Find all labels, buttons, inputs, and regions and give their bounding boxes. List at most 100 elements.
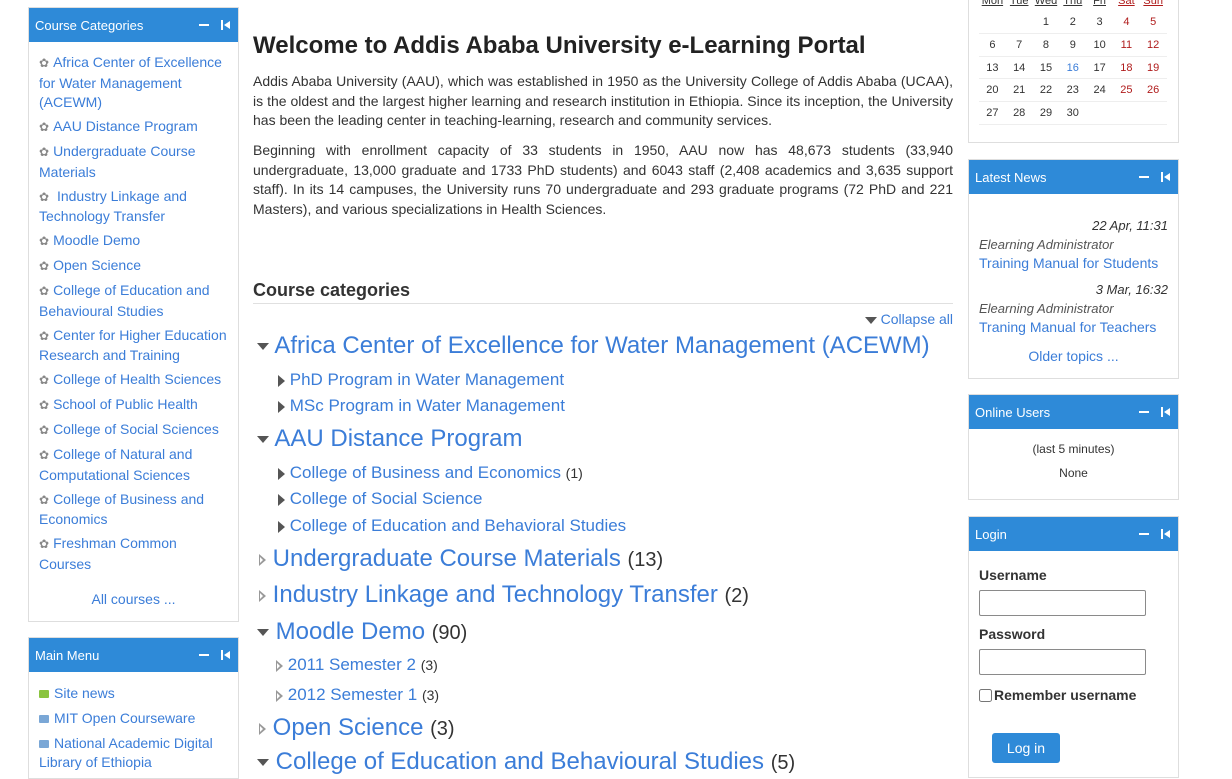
category-link[interactable]: College of Business and Economics: [39, 491, 204, 528]
collapse-all-link[interactable]: Collapse all: [864, 311, 953, 327]
list-item[interactable]: ✿ College of Education and Behavioural St…: [39, 281, 230, 321]
list-item[interactable]: ✿ School of Public Health: [39, 395, 230, 416]
category-link[interactable]: College of Business and Economics: [290, 463, 561, 482]
menu-link[interactable]: MIT Open Courseware: [54, 710, 195, 726]
list-item[interactable]: Site news: [39, 684, 230, 703]
category-tree-item[interactable]: College of Business and Economics (1): [278, 463, 583, 483]
category-link[interactable]: Freshman Common Courses: [39, 535, 177, 572]
category-tree-item[interactable]: College of Social Science: [278, 489, 483, 509]
login-button[interactable]: Log in: [992, 733, 1060, 763]
list-item[interactable]: ✿ College of Business and Economics: [39, 490, 230, 530]
category-link[interactable]: Undergraduate Course Materials: [273, 545, 621, 572]
collapse-all-label: Collapse all: [880, 311, 953, 327]
category-tree-item[interactable]: Undergraduate Course Materials (13): [259, 545, 663, 573]
dock-icon[interactable]: [1160, 171, 1172, 183]
weekday-header: Thu: [1063, 0, 1083, 7]
login-header: Login: [969, 517, 1178, 551]
category-tree-item[interactable]: Industry Linkage and Technology Transfer…: [259, 581, 749, 609]
category-link[interactable]: College of Education and Behavioural Stu…: [39, 282, 210, 319]
category-link[interactable]: Open Science: [53, 257, 141, 273]
list-item[interactable]: ✿ College of Natural and Computational Sc…: [39, 445, 230, 485]
calendar-day: 18: [1112, 56, 1140, 80]
gear-icon: ✿: [39, 120, 50, 134]
list-item[interactable]: ✿ Center for Higher Education Research an…: [39, 326, 230, 366]
dock-icon[interactable]: [1160, 528, 1172, 540]
category-link[interactable]: PhD Program in Water Management: [290, 370, 564, 389]
dock-icon[interactable]: [220, 649, 232, 661]
minimize-icon[interactable]: [1138, 406, 1150, 418]
list-item[interactable]: ✿ Industry Linkage and Technology Transf…: [39, 187, 230, 227]
category-link[interactable]: Moodle Demo: [276, 618, 425, 645]
calendar-day: 3: [1086, 11, 1113, 35]
category-tree-item[interactable]: Moodle Demo (90): [257, 618, 467, 646]
remember-username-checkbox[interactable]: [979, 688, 992, 702]
category-link[interactable]: College of Education and Behavioural Stu…: [276, 748, 764, 775]
category-tree-item[interactable]: Africa Center of Excellence for Water Ma…: [257, 332, 930, 360]
list-item[interactable]: ✿ AAU Distance Program: [39, 117, 230, 138]
category-tree-item[interactable]: College of Education and Behavioral Stud…: [278, 516, 626, 536]
category-link[interactable]: 2011 Semester 2: [288, 655, 416, 674]
minimize-icon[interactable]: [198, 649, 210, 661]
category-tree-item[interactable]: MSc Program in Water Management: [278, 396, 565, 416]
list-item[interactable]: National Academic Digital Library of Eth…: [39, 734, 230, 772]
list-item[interactable]: ✿ Undergraduate Course Materials: [39, 142, 230, 182]
category-link[interactable]: Center for Higher Education Research and…: [39, 327, 227, 364]
calendar-day: 5: [1139, 11, 1167, 35]
category-link[interactable]: College of Social Science: [290, 489, 483, 508]
category-link[interactable]: College of Social Sciences: [53, 421, 219, 437]
calendar-day: 20: [979, 78, 1006, 102]
username-field[interactable]: [979, 590, 1146, 616]
category-link[interactable]: AAU Distance Program: [53, 118, 198, 134]
list-item[interactable]: ✿ College of Social Sciences: [39, 420, 230, 441]
category-tree-item[interactable]: 2011 Semester 2 (3): [276, 655, 438, 675]
calendar-day: 30: [1059, 101, 1087, 125]
category-link[interactable]: School of Public Health: [53, 396, 198, 412]
news-link[interactable]: Traning Manual for Teachers: [979, 319, 1156, 335]
list-item[interactable]: ✿ College of Health Sciences: [39, 370, 230, 391]
latest-news-block: Latest News 22 Apr, 11:31 Elearning Admi…: [968, 159, 1179, 379]
dock-icon[interactable]: [1160, 406, 1172, 418]
category-link[interactable]: Undergraduate Course Materials: [39, 143, 195, 180]
list-item[interactable]: ✿ Africa Center of Excellence for Water M…: [39, 53, 230, 113]
collapsed-icon: [278, 520, 285, 533]
category-link[interactable]: Africa Center of Excellence for Water Ma…: [274, 332, 929, 359]
menu-link[interactable]: National Academic Digital Library of Eth…: [39, 735, 213, 770]
category-tree-item[interactable]: PhD Program in Water Management: [278, 370, 564, 390]
category-tree-item[interactable]: Open Science (3): [259, 714, 455, 742]
category-link[interactable]: Africa Center of Excellence for Water Ma…: [39, 54, 222, 110]
category-link[interactable]: 2012 Semester 1: [288, 685, 417, 704]
category-link[interactable]: Open Science: [273, 714, 424, 741]
main-menu-block: Main Menu Site news MIT Open Courseware …: [28, 637, 239, 779]
category-link[interactable]: Industry Linkage and Technology Transfer: [273, 581, 718, 608]
category-link[interactable]: MSc Program in Water Management: [290, 396, 565, 415]
calendar-day-today[interactable]: 16: [1059, 56, 1087, 80]
password-field[interactable]: [979, 649, 1146, 675]
gear-icon: ✿: [39, 56, 50, 70]
menu-link[interactable]: Site news: [54, 685, 115, 701]
category-link[interactable]: Moodle Demo: [53, 232, 140, 248]
calendar-day: 21: [1005, 78, 1033, 102]
list-item[interactable]: ✿ Moodle Demo: [39, 231, 230, 252]
category-link[interactable]: AAU Distance Program: [274, 425, 522, 452]
minimize-icon[interactable]: [1138, 528, 1150, 540]
all-courses-link[interactable]: All courses ...: [91, 591, 175, 607]
category-tree-item[interactable]: College of Education and Behavioural Stu…: [257, 748, 795, 776]
minimize-icon[interactable]: [1138, 171, 1150, 183]
list-item[interactable]: ✿ Open Science: [39, 256, 230, 277]
category-link[interactable]: College of Natural and Computational Sci…: [39, 446, 192, 483]
gear-icon: ✿: [39, 373, 50, 387]
category-link[interactable]: Industry Linkage and Technology Transfer: [39, 188, 187, 225]
dock-icon[interactable]: [220, 19, 232, 31]
news-link[interactable]: Training Manual for Students: [979, 255, 1158, 271]
category-tree-item[interactable]: 2012 Semester 1 (3): [276, 685, 439, 705]
list-item[interactable]: MIT Open Courseware: [39, 709, 230, 728]
category-link[interactable]: College of Education and Behavioral Stud…: [290, 516, 626, 535]
category-tree-item[interactable]: AAU Distance Program: [257, 425, 522, 453]
minimize-icon[interactable]: [198, 19, 210, 31]
expanded-icon: [257, 436, 269, 444]
older-topics-link[interactable]: Older topics ...: [1028, 348, 1118, 364]
category-link[interactable]: College of Health Sciences: [53, 371, 221, 387]
block-title: Online Users: [975, 404, 1051, 420]
list-item[interactable]: ✿ Freshman Common Courses: [39, 534, 230, 574]
page-title: Welcome to Addis Ababa University e-Lear…: [253, 32, 866, 59]
